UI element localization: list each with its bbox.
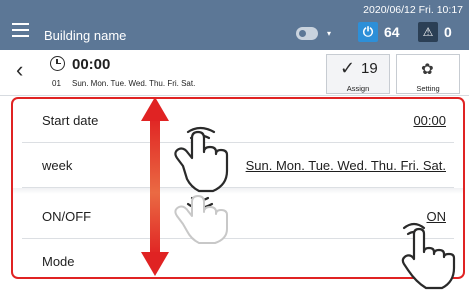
list-item-week[interactable]: week Sun. Mon. Tue. Wed. Thu. Fri. Sat.: [22, 143, 454, 188]
row-label: ON/OFF: [42, 209, 92, 224]
row-label: Mode: [42, 254, 75, 269]
list-item-mode[interactable]: Mode: [22, 239, 454, 284]
list-item-start-date[interactable]: Start date 00:00: [22, 98, 454, 143]
assign-label: Assign: [346, 84, 370, 93]
chevron-down-icon[interactable]: ▾: [327, 29, 331, 38]
warning-icon: ⚠: [418, 22, 438, 42]
setting-button[interactable]: ✿ Setting: [396, 54, 460, 94]
row-label: week: [42, 158, 73, 173]
schedule-time: 00:00: [72, 56, 111, 73]
schedule-days: Sun. Mon. Tue. Wed. Thu. Fri. Sat.: [72, 79, 196, 88]
current-datetime: 2020/06/12 Fri. 10:17: [363, 4, 463, 16]
power-count: 64: [384, 24, 400, 40]
power-status[interactable]: ⏻ 64: [358, 22, 400, 42]
start-date-value[interactable]: 00:00: [413, 113, 446, 128]
settings-list: Start date 00:00 week Sun. Mon. Tue. Wed…: [0, 96, 469, 291]
week-value[interactable]: Sun. Mon. Tue. Wed. Thu. Fri. Sat.: [246, 158, 446, 173]
row-label: Start date: [42, 113, 99, 128]
assign-button[interactable]: ✓ 19 Assign: [326, 54, 390, 94]
back-chevron-icon[interactable]: ‹: [16, 57, 23, 83]
assign-count: 19: [361, 60, 378, 77]
gear-icon: ✿: [421, 61, 434, 78]
power-icon: ⏻: [358, 22, 378, 42]
setting-label: Setting: [416, 84, 440, 93]
list-item-on-off[interactable]: ON/OFF ON: [22, 194, 454, 239]
top-bar: Building name ▾ 2020/06/12 Fri. 10:17 ⏻ …: [0, 0, 469, 50]
clock-icon: [50, 56, 65, 71]
checkmark-icon: ✓: [340, 58, 356, 78]
building-name: Building name: [44, 28, 127, 43]
hamburger-menu-icon[interactable]: [12, 23, 29, 37]
alert-status[interactable]: ⚠ 0: [418, 22, 452, 42]
on-off-value[interactable]: ON: [427, 209, 447, 224]
schedule-header: ‹ 00:00 01 Sun. Mon. Tue. Wed. Thu. Fri.…: [0, 50, 469, 96]
schedule-number: 01: [52, 79, 61, 88]
display-toggle[interactable]: [296, 27, 318, 40]
alert-count: 0: [444, 24, 452, 40]
